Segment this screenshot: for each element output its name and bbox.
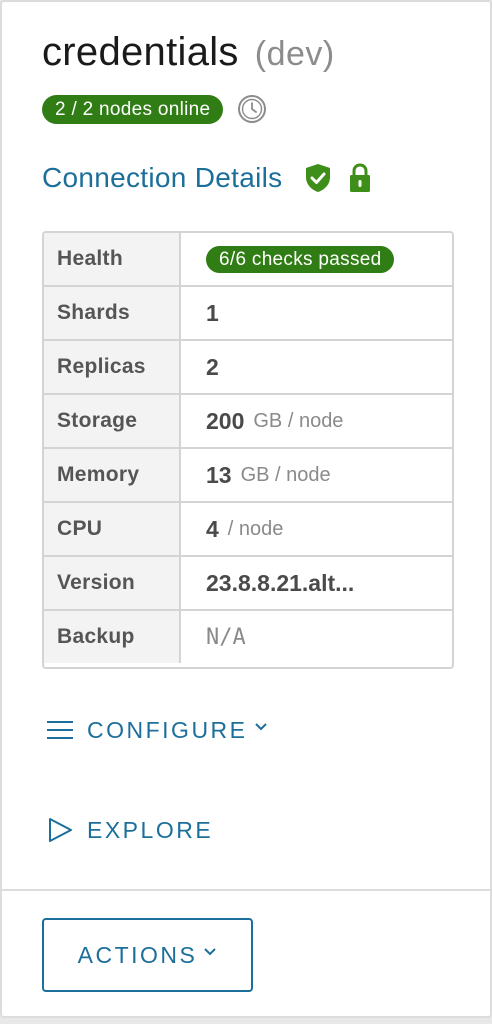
cpu-label: CPU [44, 503, 181, 555]
memory-unit: GB / node [240, 463, 331, 486]
backup-value: N/A [206, 624, 246, 650]
replicas-label: Replicas [44, 341, 181, 393]
details-row-health: Health 6/6 checks passed [44, 233, 452, 287]
env-label: (dev) [254, 35, 335, 73]
configure-label: CONFIGURE [87, 716, 248, 743]
memory-label: Memory [44, 449, 181, 501]
memory-value-cell: 13 GB / node [181, 449, 452, 501]
status-row: 2 / 2 nodes online [42, 94, 267, 124]
configure-menu-link[interactable]: CONFIGURE [46, 716, 268, 744]
details-table: Health 6/6 checks passed Shards 1 Replic… [42, 231, 454, 669]
cpu-value: 4 [206, 515, 219, 542]
details-row-replicas: Replicas 2 [44, 341, 452, 395]
version-label: Version [44, 557, 181, 609]
details-row-shards: Shards 1 [44, 287, 452, 341]
cpu-value-cell: 4 / node [181, 503, 452, 555]
health-label: Health [44, 233, 181, 285]
details-row-cpu: CPU 4 / node [44, 503, 452, 557]
play-icon [49, 818, 72, 842]
storage-value: 200 [206, 407, 245, 434]
details-row-backup: Backup N/A [44, 611, 452, 663]
backup-label: Backup [44, 611, 181, 663]
cpu-unit: / node [227, 517, 284, 540]
explore-label: EXPLORE [87, 816, 214, 843]
details-row-version: Version 23.8.8.21.alt... [44, 557, 452, 611]
health-value: 6/6 checks passed [181, 233, 452, 285]
storage-value-cell: 200 GB / node [181, 395, 452, 447]
memory-value: 13 [206, 461, 232, 488]
connection-details-link[interactable]: Connection Details [42, 162, 282, 194]
actions-label: ACTIONS [77, 941, 198, 968]
footer-divider [2, 889, 490, 891]
version-value: 23.8.8.21.alt... [206, 569, 355, 596]
hamburger-icon [47, 721, 73, 739]
title-row: credentials (dev) [42, 30, 335, 75]
explore-link[interactable]: EXPLORE [46, 816, 213, 844]
nodes-online-badge: 2 / 2 nodes online [42, 94, 224, 124]
shield-check-icon [306, 164, 331, 192]
backup-value-cell: N/A [181, 611, 452, 663]
clock-icon[interactable] [237, 94, 267, 124]
actions-button[interactable]: ACTIONS [42, 918, 253, 992]
health-badge: 6/6 checks passed [206, 245, 395, 273]
shards-value: 1 [206, 299, 219, 326]
replicas-value: 2 [206, 353, 219, 380]
chevron-down-icon [204, 948, 217, 956]
lock-icon [350, 163, 371, 192]
storage-unit: GB / node [253, 409, 344, 432]
shards-label: Shards [44, 287, 181, 339]
details-row-memory: Memory 13 GB / node [44, 449, 452, 503]
storage-label: Storage [44, 395, 181, 447]
chevron-down-icon [254, 723, 267, 731]
details-row-storage: Storage 200 GB / node [44, 395, 452, 449]
connection-details-row: Connection Details [42, 162, 372, 194]
service-card: credentials (dev) 2 / 2 nodes online Con… [0, 0, 492, 1018]
service-title: credentials [42, 30, 239, 74]
